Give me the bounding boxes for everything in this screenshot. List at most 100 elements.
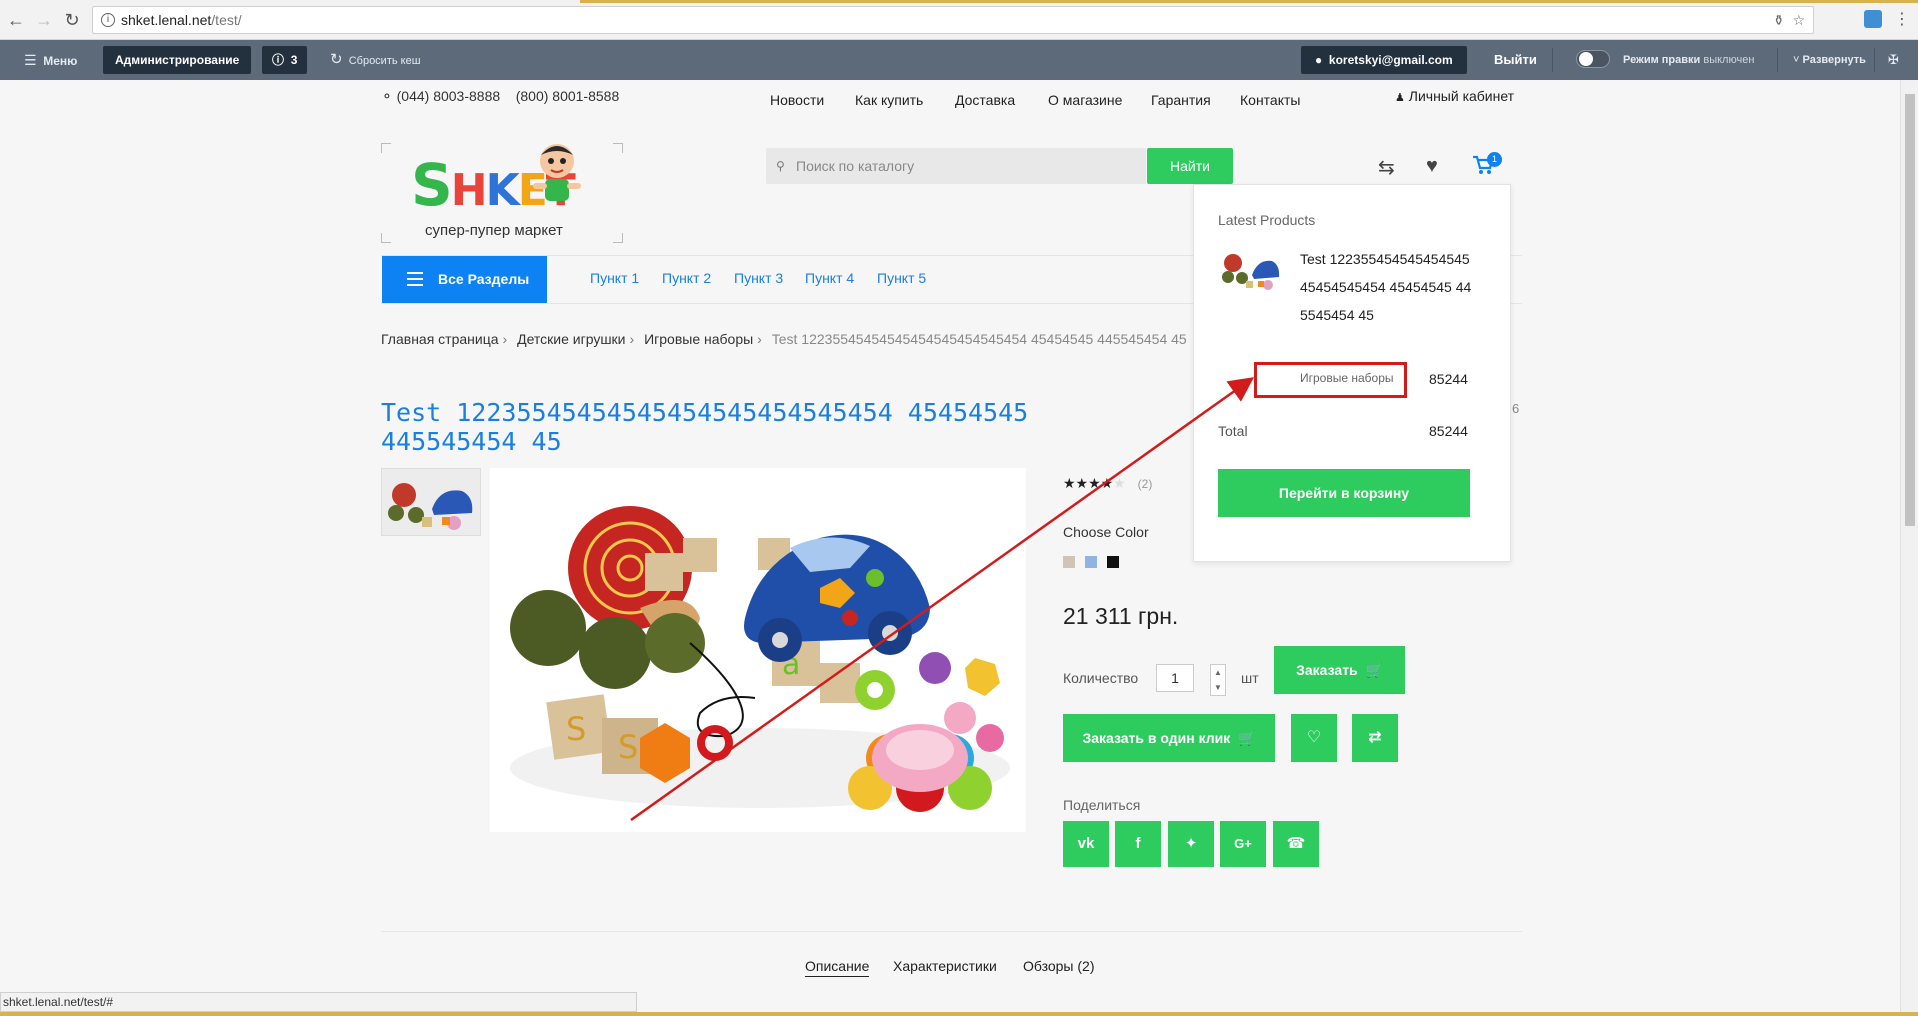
share-viber-button[interactable]: ☎ [1273,821,1319,867]
google-plus-icon: G+ [1234,836,1252,851]
page-scrollbar[interactable] [1900,80,1918,1016]
tab-description[interactable]: Описание [805,958,870,977]
product-thumbnail[interactable] [381,468,481,536]
tab-strip [580,0,1918,3]
notifications-button[interactable]: ⓘ 3 [262,46,308,74]
back-icon[interactable]: ← [6,10,26,30]
cart-icon: 🛒 [1365,662,1383,678]
nav-about[interactable]: О магазине [1048,92,1122,108]
divider [1874,48,1875,72]
logo-corner [613,143,623,153]
pin-icon[interactable]: ✠ [1888,40,1899,80]
phone-1[interactable]: (044) 8003-8888 [397,88,501,104]
category-item-2[interactable]: Пункт 2 [662,270,711,286]
nav-how-to-buy[interactable]: Как купить [855,92,923,108]
bookmark-star-icon[interactable]: ☆ [1792,12,1805,28]
browser-status-bar: shket.lenal.net/test/# [0,992,637,1012]
search-placeholder: Поиск по каталогу [796,158,915,174]
color-swatch-blue[interactable] [1085,556,1097,568]
edit-mode-toggle[interactable] [1576,50,1610,68]
facebook-icon: f [1135,835,1141,852]
svg-text:S: S [566,710,586,748]
forward-icon[interactable]: → [34,10,54,30]
breadcrumb-home[interactable]: Главная страница [381,331,499,347]
quantity-input[interactable]: 1 [1156,664,1194,692]
chevron-right-icon: › [757,331,762,347]
svg-text:S: S [618,728,638,766]
quantity-stepper[interactable]: ▲ ▼ [1210,664,1226,696]
share-twitter-button[interactable]: ✦ [1168,821,1214,867]
chevron-down-icon: ˅ [1793,54,1800,66]
browser-menu-icon[interactable]: ⋮ [1892,10,1912,30]
decrement-icon[interactable]: ▼ [1211,680,1225,695]
add-to-wishlist-button[interactable]: ♡ [1291,714,1337,762]
share-label: Поделиться [1063,797,1141,813]
increment-icon[interactable]: ▲ [1211,665,1225,680]
reload-icon[interactable]: ↻ [62,10,82,30]
breadcrumb-kids-toys[interactable]: Детские игрушки [517,331,625,347]
rating[interactable]: ★★★★★ (2) [1063,475,1152,492]
phone-numbers: ⚬ (044) 8003-8888 (800) 8001-8588 [381,88,619,105]
category-item-5[interactable]: Пункт 5 [877,270,926,286]
site-info-icon[interactable]: i [101,13,115,27]
user-account-button[interactable]: ● koretskyi@gmail.com [1301,46,1467,74]
toys-image: S S a [490,468,1026,832]
compare-icon[interactable]: ⇆ [1378,155,1395,180]
viber-icon: ☎ [1286,835,1306,852]
admin-menu-button[interactable]: ☰ Меню [24,40,77,80]
reset-cache-button[interactable]: ↻ Сбросить кеш [330,40,421,80]
nav-contacts[interactable]: Контакты [1240,92,1300,108]
heart-icon: ♡ [1306,729,1322,746]
refresh-icon: ↻ [330,51,343,68]
one-click-label: Заказать в один клик [1082,730,1231,746]
color-swatch-beige[interactable] [1063,556,1075,568]
tabs-divider [381,931,1522,932]
logo-corner [613,233,623,243]
share-facebook-button[interactable]: f [1115,821,1161,867]
address-bar-icons: ⚱ ☆ [1773,7,1805,33]
expand-button[interactable]: ˅ Развернуть [1793,40,1866,80]
breadcrumb-play-sets[interactable]: Игровые наборы [644,331,753,347]
category-item-1[interactable]: Пункт 1 [590,270,639,286]
admin-bar: ☰ Меню Администрирование ⓘ 3 ↻ Сбросить … [0,40,1918,80]
share-vk-button[interactable]: vk [1063,821,1109,867]
administration-button[interactable]: Администрирование [103,46,252,74]
color-swatch-black[interactable] [1107,556,1119,568]
heart-icon[interactable]: ♥ [1426,155,1438,178]
site-logo[interactable]: SHKET супер-пупер маркет [381,143,623,243]
scrollbar-thumb[interactable] [1905,94,1915,526]
cart-item-name[interactable]: Test 12235545454545454545454545454 45454… [1300,245,1472,329]
add-to-compare-button[interactable]: ⇄ [1352,714,1398,762]
one-click-order-button[interactable]: Заказать в один клик 🛒 [1063,714,1275,762]
go-to-cart-button[interactable]: Перейти в корзину [1218,469,1470,517]
tab-reviews[interactable]: Обзоры (2) [1023,958,1095,974]
search-input[interactable]: ⚲ Поиск по каталогу [766,148,1146,184]
share-google-plus-button[interactable]: G+ [1220,821,1266,867]
url-path: /test/ [211,12,242,28]
product-main-image[interactable]: S S a [490,468,1026,832]
key-icon[interactable]: ⚱ [1773,12,1785,28]
taskbar-edge [0,1012,1918,1016]
cart-item-image[interactable] [1218,247,1284,293]
extension-icon[interactable] [1864,10,1882,28]
logo-corner [381,233,391,243]
twitter-icon: ✦ [1184,835,1198,852]
divider [1552,48,1553,72]
personal-cabinet-link[interactable]: ♟ Личный кабинет [1395,88,1514,104]
nav-delivery[interactable]: Доставка [955,92,1015,108]
nav-warranty[interactable]: Гарантия [1151,92,1211,108]
person-icon: ♟ [1395,92,1405,104]
cart-count-badge: 1 [1487,152,1502,167]
tab-characteristics[interactable]: Характеристики [893,958,997,974]
nav-news[interactable]: Новости [770,92,824,108]
search-icon: ⚲ [776,159,785,173]
edit-mode-state: выключен [1703,54,1755,66]
phone-2[interactable]: (800) 8001-8588 [516,88,620,104]
order-button[interactable]: Заказать 🛒 [1274,646,1405,694]
category-item-3[interactable]: Пункт 3 [734,270,783,286]
logout-link[interactable]: Выйти [1494,40,1537,80]
address-bar[interactable]: i shket.lenal.net/test/ ⚱ ☆ [92,6,1814,34]
cart-item-price: 85244 [1429,371,1468,387]
category-item-4[interactable]: Пункт 4 [805,270,854,286]
search-button[interactable]: Найти [1147,148,1233,184]
